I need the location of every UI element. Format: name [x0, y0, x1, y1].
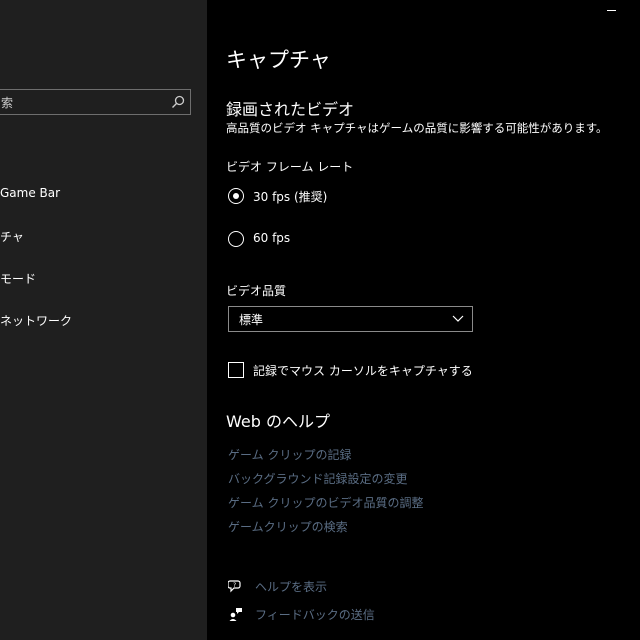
sidebar-item-label: モード	[0, 272, 37, 286]
section-title-web-help: Web のヘルプ	[226, 412, 330, 431]
sidebar-item-network[interactable]: ネットワーク	[0, 312, 72, 329]
radio-30fps[interactable]	[228, 188, 244, 204]
help-link-record-clips[interactable]: ゲーム クリップの記録	[228, 446, 351, 463]
radio-30fps-label[interactable]: 30 fps (推奨)	[253, 188, 327, 205]
svg-text:?: ?	[233, 582, 236, 589]
sidebar-item-label: チャ	[0, 230, 24, 244]
video-quality-label: ビデオ品質	[226, 284, 287, 298]
help-link-background-recording[interactable]: バックグラウンド記録設定の変更	[228, 470, 408, 487]
show-help-link[interactable]: ヘルプを表示	[255, 578, 327, 595]
feedback-icon	[229, 608, 242, 621]
help-chat-icon: ?	[228, 580, 241, 593]
search-box[interactable]: 索	[0, 89, 191, 115]
minimize-button[interactable]	[605, 2, 619, 14]
sidebar: 索 Game Bar チャ モード ネットワーク	[0, 0, 207, 640]
search-input[interactable]: 索	[1, 94, 13, 111]
settings-window: 索 Game Bar チャ モード ネットワーク キャプチャ 録画されたビデオ …	[0, 0, 640, 640]
main-content: キャプチャ 録画されたビデオ 高品質のビデオ キャプチャはゲームの品質に影響する…	[207, 0, 640, 640]
frame-rate-label: ビデオ フレーム レート	[226, 160, 354, 174]
radio-60fps[interactable]	[228, 231, 244, 247]
sidebar-item-capture[interactable]: チャ	[0, 228, 24, 245]
search-icon[interactable]	[170, 94, 186, 110]
capture-cursor-checkbox[interactable]	[228, 362, 244, 378]
video-quality-dropdown[interactable]: 標準	[228, 306, 473, 332]
chevron-down-icon	[452, 315, 464, 322]
sidebar-item-label: ネットワーク	[0, 314, 73, 328]
help-link-video-quality[interactable]: ゲーム クリップのビデオ品質の調整	[228, 494, 423, 511]
send-feedback-link[interactable]: フィードバックの送信	[255, 606, 375, 623]
recorded-video-description: 高品質のビデオ キャプチャはゲームの品質に影響する可能性があります。	[226, 121, 608, 135]
section-title-recorded-video: 録画されたビデオ	[226, 100, 355, 119]
help-link-find-clips[interactable]: ゲームクリップの検索	[228, 518, 348, 535]
sidebar-item-game-mode[interactable]: モード	[0, 270, 36, 287]
radio-60fps-label[interactable]: 60 fps	[253, 231, 290, 245]
video-quality-selected: 標準	[239, 313, 264, 327]
page-title: キャプチャ	[226, 48, 331, 72]
capture-cursor-label[interactable]: 記録でマウス カーソルをキャプチャする	[253, 362, 473, 379]
sidebar-item-game-bar[interactable]: Game Bar	[0, 186, 60, 200]
sidebar-item-label: Game Bar	[0, 186, 61, 200]
